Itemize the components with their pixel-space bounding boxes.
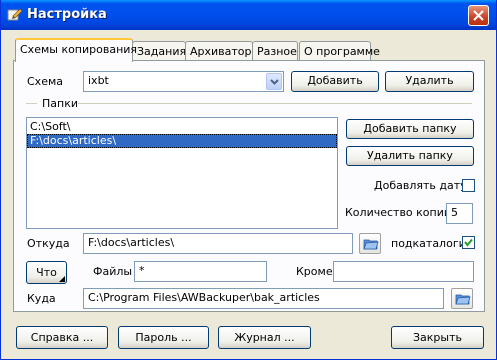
tab-about[interactable]: О программе (299, 41, 380, 61)
folders-list[interactable]: C:\Soft\ F:\docs\articles\ (26, 117, 338, 229)
copies-count-input[interactable]: 5 (446, 203, 473, 224)
folders-group-label: Папки (42, 97, 78, 110)
tab-misc[interactable]: Разное (252, 41, 298, 61)
subfolders-label: подкаталоги (391, 237, 466, 250)
what-button[interactable]: Что (26, 261, 67, 284)
tab-backup-schemes[interactable]: Схемы копирования (15, 38, 137, 62)
help-button[interactable]: Справка ... (16, 326, 108, 349)
scheme-select[interactable]: ixbt (83, 71, 284, 92)
close-window-button[interactable] (468, 5, 489, 26)
title-bar[interactable]: Настройка (1, 0, 496, 30)
password-button[interactable]: Пароль ... (118, 326, 209, 349)
close-icon (473, 10, 484, 21)
destination-label: Куда (27, 292, 56, 305)
folder-open-icon (363, 239, 379, 250)
what-button-label: Что (36, 266, 57, 279)
app-icon (7, 8, 23, 21)
tab-tasks[interactable]: Задания (132, 41, 186, 61)
delete-scheme-button[interactable]: Удалить (385, 71, 474, 92)
browse-source-button[interactable] (359, 233, 381, 254)
folder-list-item[interactable]: C:\Soft\ (27, 120, 337, 134)
log-button[interactable]: Журнал ... (218, 326, 311, 349)
destination-path-input[interactable]: C:\Program Files\AWBackuper\bak_articles (83, 288, 444, 309)
chevron-down-icon (270, 79, 279, 85)
window-title: Настройка (27, 7, 107, 22)
add-date-label: Добавлять дату (374, 179, 467, 192)
files-label: Файлы (93, 265, 133, 278)
source-path-input[interactable]: F:\docs\articles\ (83, 233, 353, 254)
scheme-label: Схема (27, 75, 63, 88)
add-scheme-button[interactable]: Добавить (291, 71, 379, 92)
folders-group-line-right (78, 103, 472, 104)
folder-list-item-selected[interactable]: F:\docs\articles\ (27, 134, 337, 148)
add-folder-button[interactable]: Добавить папку (346, 119, 474, 139)
scheme-dropdown-button[interactable] (266, 73, 282, 90)
scheme-select-value: ixbt (88, 74, 109, 87)
settings-window: Настройка Схемы копирования Задания Архи… (0, 0, 497, 360)
tab-archiver[interactable]: Архиватор (185, 41, 253, 61)
except-label: Кроме (296, 265, 333, 278)
folder-open-icon (455, 294, 471, 305)
subfolders-checkbox[interactable] (462, 236, 475, 249)
files-mask-input[interactable]: * (134, 261, 267, 282)
dropdown-corner-icon (59, 276, 65, 282)
add-date-checkbox[interactable] (462, 179, 475, 192)
source-label: Откуда (27, 237, 70, 250)
browse-destination-button[interactable] (451, 288, 473, 309)
except-mask-input[interactable] (333, 261, 474, 282)
checkmark-icon (464, 238, 473, 247)
close-button[interactable]: Закрыть (391, 326, 484, 349)
folders-group-line-left (26, 103, 37, 104)
copies-count-label: Количество копий (345, 206, 452, 219)
delete-folder-button[interactable]: Удалить папку (346, 146, 474, 166)
